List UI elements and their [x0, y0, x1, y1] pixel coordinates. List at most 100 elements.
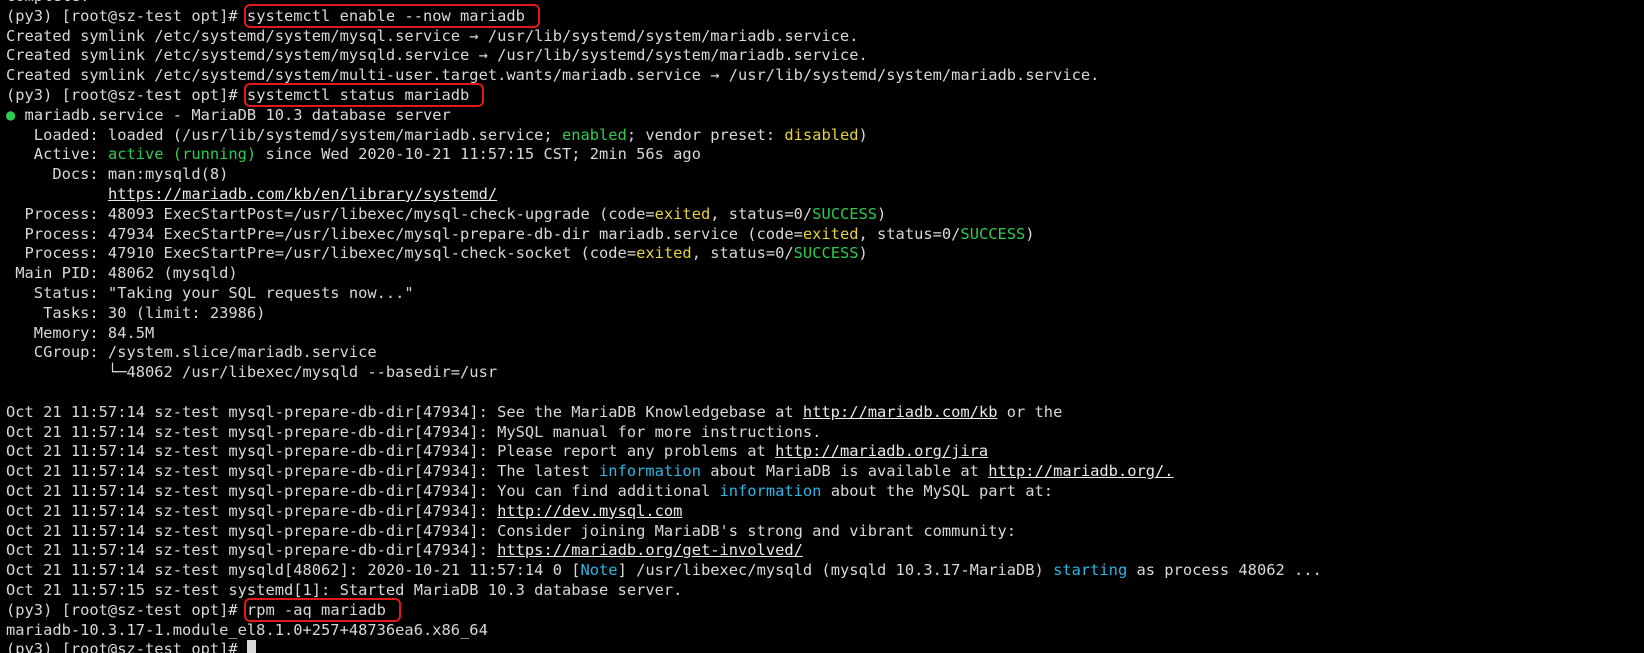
line-text: Oct 21 11:57:14 sz-test mysql-prepare-db…	[6, 501, 498, 520]
terminal-line: Created symlink /etc/systemd/system/mysq…	[6, 27, 1636, 47]
terminal-line: Oct 21 11:57:14 sz-test mysqld[48062]: 2…	[6, 561, 1636, 581]
line-text: └─48062 /usr/libexec/mysqld --basedir=/u…	[6, 363, 498, 382]
terminal-line: Loaded: loaded (/usr/lib/systemd/system/…	[6, 126, 1636, 146]
terminal-line: Created symlink /etc/systemd/system/mult…	[6, 66, 1636, 86]
terminal-line: (py3) [root@sz-test opt]#	[6, 640, 1636, 653]
line-text: Created symlink /etc/systemd/system/mysq…	[6, 26, 859, 45]
line-text	[6, 185, 108, 203]
terminal-line: CGroup: /system.slice/mariadb.service	[6, 343, 1636, 363]
status-text-green: SUCCESS	[793, 244, 859, 263]
line-text: ; vendor preset:	[626, 125, 785, 144]
line-text: Created symlink /etc/systemd/system/mult…	[6, 66, 1100, 85]
line-text: Oct 21 11:57:14 sz-test mysql-prepare-db…	[6, 481, 720, 500]
line-text: mariadb.service - MariaDB 10.3 database …	[15, 105, 451, 124]
status-text-yellow: exited	[654, 204, 711, 223]
terminal-line: (py3) [root@sz-test opt]# systemctl enab…	[6, 3, 1636, 28]
line-text: Process: 47934 ExecStartPre=/usr/libexec…	[6, 224, 803, 243]
line-text: Oct 21 11:57:15 sz-test systemd[1]: Star…	[6, 580, 683, 599]
terminal-output: complete.(py3) [root@sz-test opt]# syste…	[6, 0, 1636, 653]
command-highlight: rpm -aq mariadb	[243, 597, 401, 622]
cursor-block[interactable]	[246, 640, 256, 653]
terminal-line: (py3) [root@sz-test opt]# rpm -aq mariad…	[6, 597, 1636, 622]
status-text-green: enabled	[561, 125, 627, 144]
line-text: )	[877, 204, 887, 223]
status-text-yellow: exited	[636, 244, 692, 263]
terminal-line: Docs: man:mysqld(8)	[6, 165, 1636, 185]
line-text: since Wed 2020-10-21 11:57:15 CST; 2min …	[256, 145, 701, 164]
terminal-line: Process: 48093 ExecStartPost=/usr/libexe…	[6, 205, 1636, 225]
line-text: )	[1025, 224, 1035, 243]
highlight-text-cyan: Note	[580, 561, 618, 580]
highlight-text-cyan: information	[719, 481, 822, 500]
line-text: Oct 21 11:57:14 sz-test mysql-prepare-db…	[6, 402, 803, 421]
line-text: Oct 21 11:57:14 sz-test mysql-prepare-db…	[6, 462, 600, 481]
url-link[interactable]: http://mariadb.com/kb	[803, 403, 998, 421]
line-text: Loaded: loaded (/usr/lib/systemd/system/…	[6, 125, 562, 144]
terminal-window[interactable]: complete.(py3) [root@sz-test opt]# syste…	[0, 0, 1644, 653]
command-highlight: systemctl enable --now mariadb	[243, 3, 540, 28]
line-text: Oct 21 11:57:14 sz-test mysql-prepare-db…	[6, 442, 776, 461]
line-text: , status=0/	[691, 244, 794, 263]
url-link[interactable]: https://mariadb.org/get-involved/	[497, 541, 803, 559]
status-dot-icon: ●	[6, 105, 16, 124]
terminal-line: complete.	[6, 0, 1636, 7]
line-text: Active:	[6, 145, 108, 164]
url-link[interactable]: http://mariadb.org/.	[988, 462, 1173, 480]
line-text: or the	[997, 402, 1063, 421]
status-text-green: SUCCESS	[960, 224, 1026, 243]
terminal-line: Active: active (running) since Wed 2020-…	[6, 145, 1636, 165]
line-text: Memory: 84.5M	[6, 323, 155, 342]
line-text: , status=0/	[858, 224, 961, 243]
url-link[interactable]: http://mariadb.org/jira	[775, 442, 988, 460]
terminal-line: mariadb-10.3.17-1.module_el8.1.0+257+487…	[6, 621, 1636, 641]
terminal-line: Process: 47910 ExecStartPre=/usr/libexec…	[6, 244, 1636, 264]
status-text-green: active (running)	[107, 145, 257, 164]
line-text: (py3) [root@sz-test opt]#	[6, 600, 247, 619]
line-text: complete.	[6, 0, 89, 5]
terminal-line: Oct 21 11:57:14 sz-test mysql-prepare-db…	[6, 541, 1636, 561]
terminal-line: Tasks: 30 (limit: 23986)	[6, 304, 1636, 324]
terminal-line: Memory: 84.5M	[6, 324, 1636, 344]
line-text: Process: 47910 ExecStartPre=/usr/libexec…	[6, 244, 637, 263]
line-text: Oct 21 11:57:14 sz-test mysql-prepare-db…	[6, 521, 1016, 540]
line-text: mariadb-10.3.17-1.module_el8.1.0+257+487…	[6, 620, 488, 639]
line-text: (py3) [root@sz-test opt]#	[6, 85, 247, 104]
highlight-text-cyan: information	[599, 462, 701, 481]
terminal-line: Status: "Taking your SQL requests now...…	[6, 284, 1636, 304]
line-text: Oct 21 11:57:14 sz-test mysqld[48062]: 2…	[6, 561, 581, 580]
terminal-line: Oct 21 11:57:15 sz-test systemd[1]: Star…	[6, 581, 1636, 601]
line-text: (py3) [root@sz-test opt]#	[6, 6, 247, 25]
terminal-line: Oct 21 11:57:14 sz-test mysql-prepare-db…	[6, 442, 1636, 462]
line-text: Docs: man:mysqld(8)	[6, 165, 229, 184]
status-text-yellow: exited	[802, 224, 859, 243]
terminal-line: └─48062 /usr/libexec/mysqld --basedir=/u…	[6, 363, 1636, 383]
line-text: )	[858, 125, 868, 144]
line-text: Oct 21 11:57:14 sz-test mysql-prepare-db…	[6, 541, 498, 560]
line-text: as process 48062 ...	[1127, 561, 1322, 580]
line-text: CGroup: /system.slice/mariadb.service	[6, 343, 377, 362]
line-text: about MariaDB is available at	[700, 462, 989, 481]
line-text: Oct 21 11:57:14 sz-test mysql-prepare-db…	[6, 422, 822, 441]
line-text: )	[858, 244, 868, 263]
line-text: Process: 48093 ExecStartPost=/usr/libexe…	[6, 204, 655, 223]
terminal-line: ● mariadb.service - MariaDB 10.3 databas…	[6, 106, 1636, 126]
line-text: ] /usr/libexec/mysqld (mysqld 10.3.17-Ma…	[617, 561, 1054, 580]
line-text: (py3) [root@sz-test opt]#	[6, 640, 247, 653]
terminal-line: Oct 21 11:57:14 sz-test mysql-prepare-db…	[6, 403, 1636, 423]
line-text: Tasks: 30 (limit: 23986)	[6, 303, 266, 322]
terminal-line: Process: 47934 ExecStartPre=/usr/libexec…	[6, 225, 1636, 245]
url-link[interactable]: http://dev.mysql.com	[497, 502, 682, 520]
line-text: , status=0/	[710, 204, 813, 223]
terminal-line: (py3) [root@sz-test opt]# systemctl stat…	[6, 82, 1636, 107]
terminal-line: Created symlink /etc/systemd/system/mysq…	[6, 46, 1636, 66]
terminal-line: Oct 21 11:57:14 sz-test mysql-prepare-db…	[6, 522, 1636, 542]
terminal-line: Oct 21 11:57:14 sz-test mysql-prepare-db…	[6, 502, 1636, 522]
terminal-line: Main PID: 48062 (mysqld)	[6, 264, 1636, 284]
status-text-yellow: disabled	[784, 125, 859, 144]
line-text: Main PID: 48062 (mysqld)	[6, 264, 238, 283]
url-link[interactable]: https://mariadb.com/kb/en/library/system…	[108, 185, 497, 203]
line-text: Status: "Taking your SQL requests now...…	[6, 283, 414, 302]
terminal-line: https://mariadb.com/kb/en/library/system…	[6, 185, 1636, 205]
status-text-green: SUCCESS	[812, 204, 878, 223]
